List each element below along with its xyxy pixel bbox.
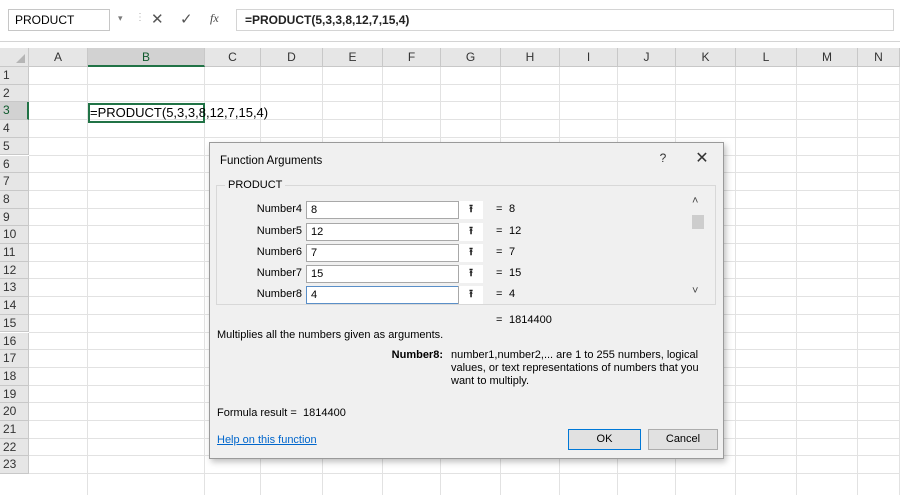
row-header-14[interactable]: 14 [0, 297, 29, 315]
cancel-button[interactable]: Cancel [648, 429, 718, 450]
help-icon[interactable]: ? [656, 151, 670, 165]
collapse-dialog-icon[interactable]: ⭱ [458, 201, 483, 219]
argument-input[interactable]: 8 [306, 201, 483, 219]
row-header-19[interactable]: 19 [0, 385, 29, 404]
formula-bar-separator: ⋮ [135, 12, 145, 23]
argument-equals: = [496, 288, 503, 300]
gridline-vertical [87, 67, 88, 495]
scroll-up-icon[interactable]: ˄ [692, 195, 698, 207]
formula-input[interactable]: =PRODUCT(5,3,3,8,12,7,15,4) [236, 9, 894, 31]
name-box[interactable]: PRODUCT [8, 9, 110, 31]
row-header-3[interactable]: 3 [0, 102, 29, 121]
column-header-n[interactable]: N [858, 48, 900, 67]
row-header-10[interactable]: 10 [0, 226, 29, 244]
scroll-thumb[interactable] [692, 215, 704, 229]
collapse-dialog-icon[interactable]: ⭱ [458, 223, 483, 241]
column-header-h[interactable]: H [501, 48, 560, 67]
row-header-13[interactable]: 13 [0, 279, 29, 298]
column-header-e[interactable]: E [323, 48, 383, 67]
argument-input[interactable]: 12 [306, 223, 483, 241]
scroll-down-icon[interactable]: ˅ [692, 285, 698, 297]
column-header-b[interactable]: B [88, 48, 205, 67]
function-description: Multiplies all the numbers given as argu… [217, 329, 444, 341]
gridline-horizontal [29, 473, 900, 475]
select-all-corner[interactable] [0, 48, 29, 67]
row-header-5[interactable]: 5 [0, 137, 29, 156]
column-header-k[interactable]: K [676, 48, 736, 67]
total-equals: = [496, 314, 503, 326]
cancel-entry-icon[interactable]: ✕ [151, 10, 164, 28]
column-header-g[interactable]: G [441, 48, 501, 67]
formula-bar: PRODUCT ▾ ⋮ ✕ ✓ fx =PRODUCT(5,3,3,8,12,7… [0, 0, 900, 42]
argument-label: Number7 [256, 267, 302, 279]
argument-result: 8 [509, 203, 516, 215]
argument-equals: = [496, 267, 503, 279]
total-result: 1814400 [509, 314, 552, 326]
help-on-function-link[interactable]: Help on this function [217, 434, 317, 446]
argument-label: Number4 [256, 203, 302, 215]
argument-result: 7 [509, 246, 516, 258]
column-header-d[interactable]: D [261, 48, 323, 67]
argument-equals: = [496, 225, 503, 237]
name-box-dropdown-icon[interactable]: ▾ [118, 13, 123, 24]
argument-name: Number8: [391, 349, 443, 361]
gridline-horizontal [29, 136, 900, 138]
gridline-horizontal [29, 83, 900, 85]
argument-label: Number5 [256, 225, 302, 237]
row-header-23[interactable]: 23 [0, 456, 29, 475]
formula-result-label: Formula result = [217, 407, 297, 419]
argument-input[interactable]: 4 [306, 286, 483, 304]
row-header-7[interactable]: 7 [0, 173, 29, 191]
argument-input[interactable]: 7 [306, 244, 483, 262]
row-header-18[interactable]: 18 [0, 367, 29, 386]
ok-button[interactable]: OK [568, 429, 641, 450]
collapse-dialog-icon[interactable]: ⭱ [458, 244, 483, 262]
collapse-dialog-icon[interactable]: ⭱ [458, 286, 483, 304]
row-header-2[interactable]: 2 [0, 84, 29, 103]
column-header-m[interactable]: M [797, 48, 858, 67]
argument-result: 12 [509, 225, 522, 237]
row-header-22[interactable]: 22 [0, 438, 29, 457]
row-header-17[interactable]: 17 [0, 350, 29, 368]
argument-label: Number8 [256, 288, 302, 300]
gridline-vertical [857, 67, 858, 495]
row-header-12[interactable]: 12 [0, 261, 29, 280]
argument-equals: = [496, 246, 503, 258]
column-header-a[interactable]: A [29, 48, 88, 67]
column-header-i[interactable]: I [560, 48, 618, 67]
argument-input[interactable]: 15 [306, 265, 483, 283]
argument-description: number1,number2,... are 1 to 255 numbers… [451, 349, 699, 387]
column-header-c[interactable]: C [205, 48, 261, 67]
insert-function-icon[interactable]: fx [210, 11, 219, 26]
confirm-entry-icon[interactable]: ✓ [180, 10, 193, 28]
row-header-1[interactable]: 1 [0, 67, 29, 85]
row-header-16[interactable]: 16 [0, 332, 29, 351]
argument-result: 15 [509, 267, 522, 279]
row-header-6[interactable]: 6 [0, 155, 29, 174]
cell-b3-content: =PRODUCT(5,3,3,8,12,7,15,4) [90, 105, 269, 120]
close-icon[interactable]: ✕ [694, 148, 710, 168]
function-arguments-dialog: Function Arguments ? ✕ PRODUCT Number4 8 ⭱… [209, 142, 724, 459]
argument-result: 4 [509, 288, 516, 300]
row-header-15[interactable]: 15 [0, 314, 29, 333]
gridline-vertical [735, 67, 736, 495]
column-header-l[interactable]: L [736, 48, 797, 67]
column-header-j[interactable]: J [618, 48, 676, 67]
argument-equals: = [496, 203, 503, 215]
gridline-vertical [204, 67, 205, 495]
formula-result-value: 1814400 [303, 407, 346, 419]
collapse-dialog-icon[interactable]: ⭱ [458, 265, 483, 283]
row-header-8[interactable]: 8 [0, 190, 29, 209]
gridline-vertical [796, 67, 797, 495]
column-header-f[interactable]: F [383, 48, 441, 67]
row-header-11[interactable]: 11 [0, 244, 29, 262]
dialog-title: Function Arguments [220, 155, 323, 167]
function-name: PRODUCT [225, 179, 286, 191]
row-header-4[interactable]: 4 [0, 120, 29, 138]
argument-label: Number6 [256, 246, 302, 258]
row-header-21[interactable]: 21 [0, 421, 29, 439]
row-header-9[interactable]: 9 [0, 208, 29, 227]
row-header-20[interactable]: 20 [0, 403, 29, 421]
